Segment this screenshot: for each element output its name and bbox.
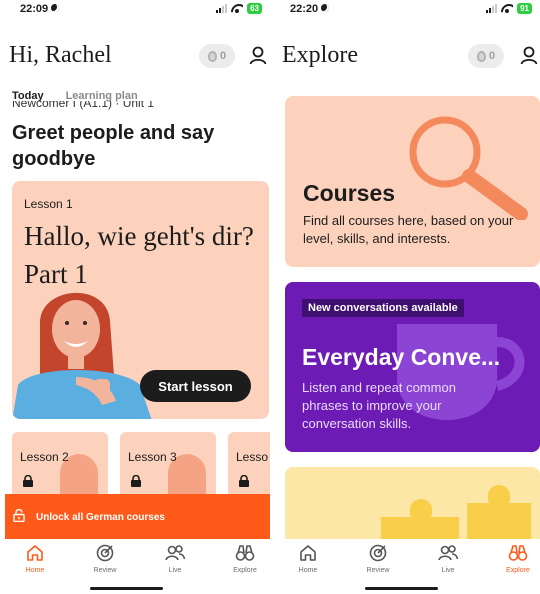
nav-live[interactable]: Live xyxy=(155,543,195,574)
lesson-card-4[interactable]: Lesso xyxy=(228,432,270,500)
nav-label: Review xyxy=(366,567,390,574)
wifi-icon xyxy=(501,4,513,13)
signal-icon xyxy=(486,4,498,13)
nav-label: Explore xyxy=(233,567,257,574)
people-icon xyxy=(165,545,186,561)
home-indicator xyxy=(365,587,438,590)
nav-label: Review xyxy=(93,567,117,574)
profile-icon[interactable] xyxy=(519,45,539,65)
nav-live[interactable]: Live xyxy=(428,543,468,574)
courses-description: Find all courses here, based on your lev… xyxy=(303,213,514,246)
lock-icon xyxy=(131,475,141,487)
unlock-icon xyxy=(13,509,25,522)
streak-count: 0 xyxy=(219,50,227,62)
lesson-label: Lesson 2 xyxy=(20,450,69,464)
courses-title: Courses xyxy=(303,180,396,206)
bottom-nav: Home Review Live Explore xyxy=(270,539,540,594)
status-icons: 91 xyxy=(486,3,532,14)
people-icon xyxy=(438,545,459,561)
status-time: 22:09 xyxy=(20,3,60,15)
binoculars-icon xyxy=(508,545,528,561)
binoculars-icon xyxy=(235,545,255,561)
target-icon xyxy=(369,544,387,562)
lesson-label: Lesso xyxy=(236,450,269,464)
flame-icon xyxy=(207,50,217,62)
conversations-card[interactable]: New conversations available Everyday Con… xyxy=(285,282,540,452)
lock-icon xyxy=(23,475,33,487)
unlock-courses-banner[interactable]: Unlock all German courses xyxy=(5,494,270,539)
battery-icon: 63 xyxy=(247,3,262,14)
magnifier-icon xyxy=(409,116,528,220)
conversations-title: Everyday Conve... xyxy=(302,344,501,370)
streak-badge[interactable]: 0 xyxy=(468,44,504,68)
wifi-icon xyxy=(231,4,243,13)
nav-label: Explore xyxy=(506,567,530,574)
status-bar: 22:09 63 xyxy=(0,0,270,20)
home-icon xyxy=(300,545,316,561)
page-title: Explore xyxy=(282,42,358,68)
nav-label: Live xyxy=(441,567,455,574)
nav-explore[interactable]: Explore xyxy=(225,543,265,574)
unit-title: Greet people and say goodbye xyxy=(12,122,215,170)
flame-icon xyxy=(476,50,486,62)
nav-review[interactable]: Review xyxy=(358,543,398,574)
moon-icon xyxy=(51,4,60,12)
home-screen: 22:09 63 Hi, Rachel 0 Today Learning pla… xyxy=(0,0,270,594)
status-icons: 63 xyxy=(216,3,262,14)
streak-badge[interactable]: 0 xyxy=(199,44,235,68)
explore-screen: 22:20 91 Explore 0 Courses Find all cour… xyxy=(270,0,540,594)
lock-icon xyxy=(239,475,249,487)
home-indicator xyxy=(90,587,163,590)
nav-label: Home xyxy=(25,567,45,574)
nav-review[interactable]: Review xyxy=(85,543,125,574)
greeting-title: Hi, Rachel xyxy=(9,42,112,68)
streak-count: 0 xyxy=(488,50,496,62)
nav-home[interactable]: Home xyxy=(288,543,328,574)
profile-icon[interactable] xyxy=(248,45,268,65)
courses-card[interactable]: Courses Find all courses here, based on … xyxy=(285,96,540,267)
nav-label: Home xyxy=(298,567,318,574)
signal-icon xyxy=(216,4,228,13)
unlock-banner-text: Unlock all German courses xyxy=(36,512,165,523)
nav-home[interactable]: Home xyxy=(15,543,55,574)
conversations-description: Listen and repeat common phrases to impr… xyxy=(302,380,456,431)
nav-label: Live xyxy=(168,567,182,574)
lesson-label: Lesson 3 xyxy=(128,450,177,464)
new-conversations-badge: New conversations available xyxy=(302,299,464,317)
moon-icon xyxy=(321,4,330,12)
lesson-card-2[interactable]: Lesson 2 xyxy=(12,432,108,500)
lesson-label: Lesson 1 xyxy=(24,197,73,211)
status-time: 22:20 xyxy=(290,3,330,15)
battery-icon: 91 xyxy=(517,3,532,14)
home-icon xyxy=(27,545,43,561)
nav-explore[interactable]: Explore xyxy=(498,543,538,574)
status-bar: 22:20 91 xyxy=(270,0,540,20)
bottom-nav: Home Review Live Explore xyxy=(0,539,270,594)
lesson-card-3[interactable]: Lesson 3 xyxy=(120,432,216,500)
course-level: Newcomer I (A1.1) · Unit 1 xyxy=(12,101,155,110)
target-icon xyxy=(96,544,114,562)
lesson-carousel: Lesson 2 Lesson 3 Lesso xyxy=(12,432,270,500)
start-lesson-button[interactable]: Start lesson xyxy=(140,370,251,402)
